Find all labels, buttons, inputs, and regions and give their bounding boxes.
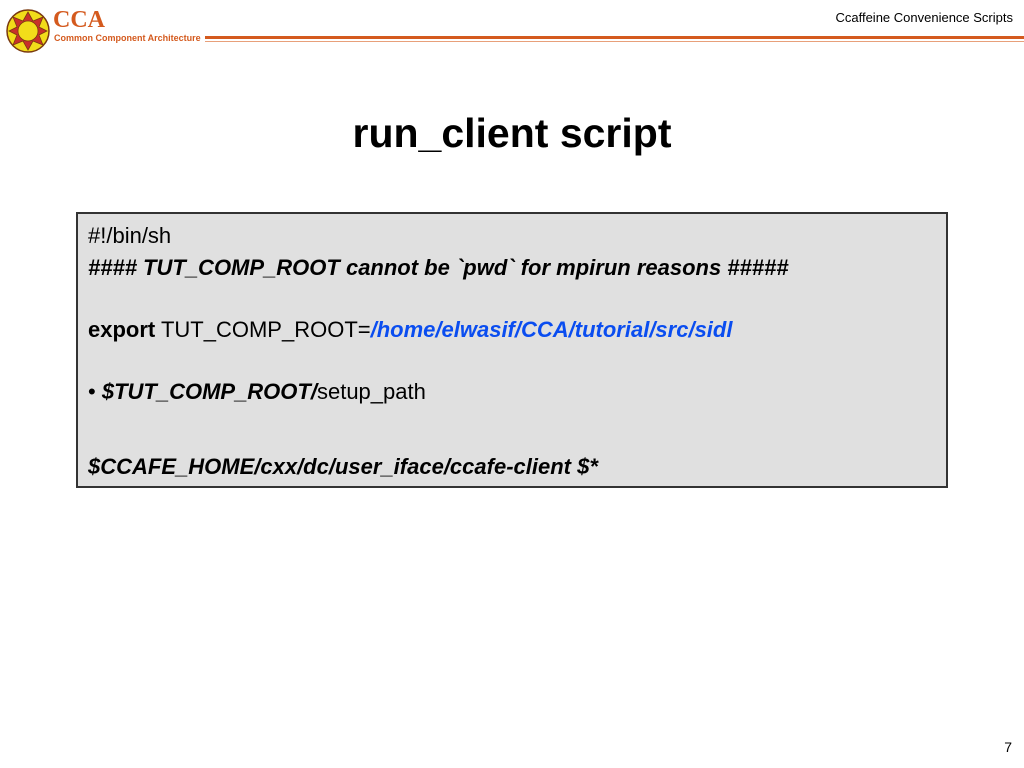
comment-line: #### TUT_COMP_ROOT cannot be `pwd` for m…	[88, 255, 789, 280]
setup-path-text: setup_path	[316, 379, 426, 404]
page-number: 7	[1004, 739, 1012, 755]
cca-logo-icon	[6, 9, 50, 53]
export-variable: TUT_COMP_ROOT=	[155, 317, 371, 342]
shebang-line: #!/bin/sh	[88, 223, 172, 248]
logo-subtitle: Common Component Architecture	[54, 33, 201, 43]
header-divider	[205, 36, 1024, 39]
export-keyword: export	[88, 317, 156, 342]
export-line: export TUT_COMP_ROOT=/home/elwasif/CCA/t…	[88, 317, 732, 343]
bullet: •	[88, 379, 102, 404]
export-value: /home/elwasif/CCA/tutorial/src/sidl	[370, 317, 733, 342]
header-divider-thin	[205, 41, 1024, 42]
slide-title: run_client script	[352, 110, 672, 156]
logo-text: CCA	[53, 7, 105, 33]
setup-path-line: • $TUT_COMP_ROOT/setup_path	[88, 379, 426, 405]
setup-path-variable: $TUT_COMP_ROOT/	[101, 379, 317, 404]
code-box: #!/bin/sh #### TUT_COMP_ROOT cannot be `…	[76, 212, 948, 488]
ccafe-client-line: $CCAFE_HOME/cxx/dc/user_iface/ccafe-clie…	[88, 454, 598, 479]
header-title: Ccaffeine Convenience Scripts	[835, 10, 1013, 25]
